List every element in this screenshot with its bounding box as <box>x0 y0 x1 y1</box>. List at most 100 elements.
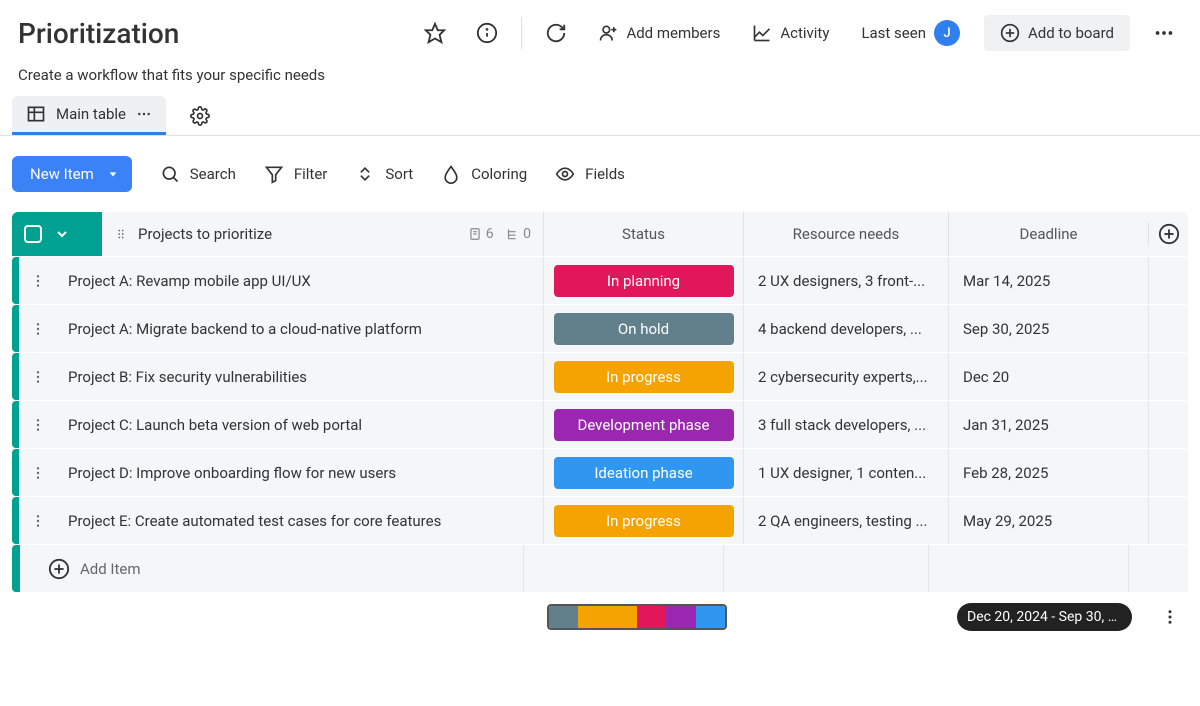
row-name[interactable]: Project A: Migrate backend to a cloud-na… <box>56 320 543 338</box>
add-item-row[interactable]: Add Item <box>12 544 1188 592</box>
sort-icon <box>355 164 375 184</box>
resource-cell[interactable]: 1 UX designer, 1 conten... <box>743 449 948 496</box>
deadline-cell[interactable]: Dec 20 <box>948 353 1148 400</box>
status-cell[interactable]: Ideation phase <box>543 449 743 496</box>
coloring-button[interactable]: Coloring <box>441 164 527 184</box>
status-segment <box>666 606 695 628</box>
status-segment <box>578 606 637 628</box>
status-summary-bar <box>547 604 727 630</box>
activity-icon <box>752 23 772 43</box>
table-row[interactable]: Project C: Launch beta version of web po… <box>12 400 1188 448</box>
deadline-cell[interactable]: Jan 31, 2025 <box>948 401 1148 448</box>
row-menu-icon[interactable] <box>19 465 56 481</box>
new-item-button[interactable]: New Item <box>12 156 132 192</box>
select-all-checkbox[interactable] <box>24 225 42 243</box>
add-members-button[interactable]: Add members <box>590 17 728 49</box>
star-icon[interactable] <box>417 15 453 51</box>
column-header-status[interactable]: Status <box>543 212 743 256</box>
resource-cell[interactable]: 3 full stack developers, ... <box>743 401 948 448</box>
page-subtitle: Create a workflow that fits your specifi… <box>0 52 1200 92</box>
document-icon <box>468 227 482 241</box>
resource-cell[interactable]: 2 QA engineers, testing ... <box>743 497 948 544</box>
drop-icon <box>441 164 461 184</box>
more-vertical-icon[interactable] <box>1152 599 1188 635</box>
status-cell[interactable]: Development phase <box>543 401 743 448</box>
fields-button[interactable]: Fields <box>555 164 625 184</box>
sort-button[interactable]: Sort <box>355 164 413 184</box>
status-cell[interactable]: On hold <box>543 305 743 352</box>
row-name[interactable]: Project A: Revamp mobile app UI/UX <box>56 272 543 290</box>
plus-circle-icon <box>48 558 70 580</box>
coloring-label: Coloring <box>471 165 527 183</box>
deadline-cell[interactable]: May 29, 2025 <box>948 497 1148 544</box>
status-segment <box>696 606 725 628</box>
row-name[interactable]: Project B: Fix security vulnerabilities <box>56 368 543 386</box>
drag-handle-icon[interactable] <box>114 227 128 241</box>
last-seen-button[interactable]: Last seen J <box>853 14 968 52</box>
group-header: Projects to prioritize 6 0 Status Resour… <box>12 212 1188 256</box>
avatar: J <box>934 20 960 46</box>
row-name[interactable]: Project E: Create automated test cases f… <box>56 512 543 530</box>
activity-label: Activity <box>780 24 829 42</box>
filter-label: Filter <box>294 165 328 183</box>
sort-label: Sort <box>385 165 413 183</box>
chevron-down-icon[interactable] <box>54 226 70 242</box>
table-row[interactable]: Project B: Fix security vulnerabilities … <box>12 352 1188 400</box>
row-menu-icon[interactable] <box>19 513 56 529</box>
info-icon[interactable] <box>469 15 505 51</box>
row-name[interactable]: Project C: Launch beta version of web po… <box>56 416 543 434</box>
table-row[interactable]: Project E: Create automated test cases f… <box>12 496 1188 544</box>
group-doc-count: 6 <box>486 226 494 242</box>
group-name[interactable]: Projects to prioritize <box>138 225 458 243</box>
row-name[interactable]: Project D: Improve onboarding flow for n… <box>56 464 543 482</box>
sync-icon[interactable] <box>538 15 574 51</box>
table-row[interactable]: Project A: Revamp mobile app UI/UX In pl… <box>12 256 1188 304</box>
eye-icon <box>555 164 575 184</box>
status-cell[interactable]: In progress <box>543 497 743 544</box>
settings-icon[interactable] <box>182 98 218 134</box>
search-icon <box>160 164 180 184</box>
group-sub-count: 0 <box>523 226 531 242</box>
more-icon[interactable] <box>1146 15 1182 51</box>
chevron-down-icon <box>108 169 118 179</box>
status-segment <box>549 606 578 628</box>
fields-label: Fields <box>585 165 625 183</box>
add-to-board-button[interactable]: Add to board <box>984 15 1130 51</box>
column-header-resource[interactable]: Resource needs <box>743 212 948 256</box>
row-menu-icon[interactable] <box>19 273 56 289</box>
search-label: Search <box>190 165 236 183</box>
add-column-button[interactable] <box>1148 223 1188 245</box>
column-header-deadline[interactable]: Deadline <box>948 212 1148 256</box>
deadline-cell[interactable]: Mar 14, 2025 <box>948 257 1148 304</box>
activity-button[interactable]: Activity <box>744 17 837 49</box>
add-members-label: Add members <box>626 24 720 42</box>
deadline-cell[interactable]: Feb 28, 2025 <box>948 449 1148 496</box>
search-button[interactable]: Search <box>160 164 236 184</box>
more-horizontal-icon[interactable] <box>136 106 152 122</box>
page-title: Prioritization <box>18 17 179 50</box>
status-segment <box>637 606 666 628</box>
resource-cell[interactable]: 2 UX designers, 3 front-... <box>743 257 948 304</box>
table-row[interactable]: Project A: Migrate backend to a cloud-na… <box>12 304 1188 352</box>
table-row[interactable]: Project D: Improve onboarding flow for n… <box>12 448 1188 496</box>
resource-cell[interactable]: 4 backend developers, ... <box>743 305 948 352</box>
table-icon <box>26 104 46 124</box>
add-item-label: Add Item <box>80 560 141 578</box>
last-seen-label: Last seen <box>861 24 926 42</box>
filter-button[interactable]: Filter <box>264 164 328 184</box>
status-cell[interactable]: In planning <box>543 257 743 304</box>
deadline-cell[interactable]: Sep 30, 2025 <box>948 305 1148 352</box>
row-menu-icon[interactable] <box>19 321 56 337</box>
resource-cell[interactable]: 2 cybersecurity experts,... <box>743 353 948 400</box>
filter-icon <box>264 164 284 184</box>
date-range-summary: Dec 20, 2024 - Sep 30, 20... <box>957 603 1132 631</box>
plus-circle-icon <box>1000 23 1020 43</box>
status-cell[interactable]: In progress <box>543 353 743 400</box>
tab-main-table[interactable]: Main table <box>12 96 166 135</box>
row-menu-icon[interactable] <box>19 369 56 385</box>
add-to-board-label: Add to board <box>1028 24 1114 42</box>
tab-label: Main table <box>56 105 126 123</box>
subitems-icon <box>505 227 519 241</box>
row-menu-icon[interactable] <box>19 417 56 433</box>
new-item-label: New Item <box>30 165 94 183</box>
